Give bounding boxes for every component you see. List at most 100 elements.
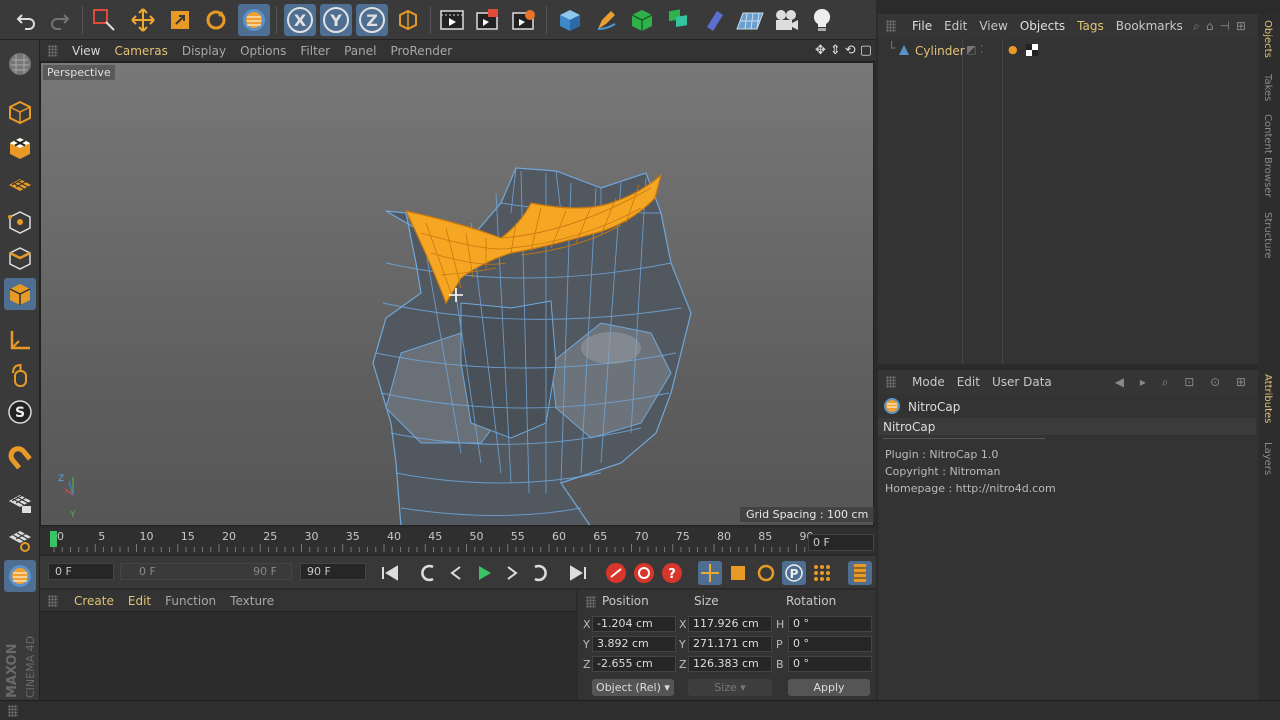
camera-icon[interactable] (770, 4, 802, 36)
side-tab-takes[interactable]: Takes (1262, 74, 1273, 101)
end-frame-field[interactable]: 90 F (300, 563, 366, 580)
panel-grip-icon[interactable] (8, 705, 18, 717)
scale-tool-icon[interactable] (164, 4, 196, 36)
homepage-info-line[interactable]: Homepage : http://nitro4d.com (885, 480, 1056, 497)
current-frame-field[interactable]: 0 F (808, 534, 874, 551)
viewport-rotate-icon[interactable]: ⟲ (845, 43, 856, 58)
key-point-level-icon[interactable] (810, 561, 834, 585)
size-x-field[interactable]: 117.926 cm (688, 616, 772, 632)
panel-grip-icon[interactable] (886, 20, 896, 32)
side-tab-objects[interactable]: Objects (1262, 20, 1273, 58)
array-generator-icon[interactable] (662, 4, 694, 36)
model-mode-icon[interactable] (4, 96, 36, 128)
side-tab-attributes[interactable]: Attributes (1262, 374, 1273, 423)
deformer-icon[interactable] (698, 4, 730, 36)
undo-icon[interactable] (10, 4, 42, 36)
world-coordinate-icon[interactable] (392, 4, 424, 36)
panel-grip-icon[interactable] (886, 376, 896, 388)
play-icon[interactable] (472, 561, 496, 585)
side-tab-layers[interactable]: Layers (1262, 442, 1273, 475)
start-frame-field[interactable]: 0 F (48, 563, 114, 580)
polygons-mode-icon[interactable] (4, 278, 36, 310)
material-menu-texture[interactable]: Texture (230, 594, 274, 608)
object-menu-view[interactable]: View (979, 19, 1007, 33)
render-settings-icon[interactable] (508, 4, 540, 36)
editor-render-visibility-icon[interactable]: ◩ ⁚ (966, 43, 983, 56)
x-axis-lock-icon[interactable]: X (284, 4, 316, 36)
rotation-p-field[interactable]: 0 ° (788, 636, 872, 652)
workplane-rotate-icon[interactable] (4, 524, 36, 556)
attr-menu-user-data[interactable]: User Data (992, 375, 1052, 389)
attr-menu-edit[interactable]: Edit (957, 375, 980, 389)
panel-grip-icon[interactable] (48, 44, 58, 57)
floor-object-icon[interactable] (734, 4, 766, 36)
points-mode-icon[interactable] (4, 206, 36, 238)
previous-frame-icon[interactable] (444, 561, 468, 585)
snap-icon[interactable] (4, 442, 36, 474)
position-x-field[interactable]: -1.204 cm (592, 616, 676, 632)
object-row[interactable]: └ Cylinder ◩ ⁚ ● (878, 40, 1258, 60)
key-scale-icon[interactable] (726, 561, 750, 585)
key-position-icon[interactable] (698, 561, 722, 585)
size-z-field[interactable]: 126.383 cm (688, 656, 772, 672)
workplane-mode-icon[interactable] (4, 168, 36, 200)
light-icon[interactable] (806, 4, 838, 36)
size-mode-select[interactable]: Size ▾ (688, 679, 772, 696)
live-selection-icon[interactable] (88, 4, 120, 36)
render-view-icon[interactable] (436, 4, 468, 36)
edges-mode-icon[interactable] (4, 242, 36, 274)
3d-viewport[interactable] (40, 62, 874, 526)
timeline-ruler[interactable]: 0 5 10 15 20 25 30 35 40 45 50 55 60 65 70 75 80 85 90 (40, 528, 876, 554)
texture-tag-icon[interactable] (1026, 44, 1038, 56)
next-frame-icon[interactable] (500, 561, 524, 585)
attributes-nav-icons[interactable]: ◀ ▸ ⌕ ⊡ ⊙ ⊞ (1115, 375, 1252, 390)
material-list-area[interactable] (40, 612, 576, 700)
redo-icon[interactable] (44, 4, 76, 36)
axis-mode-icon[interactable] (4, 324, 36, 356)
side-tab-content-browser[interactable]: Content Browser (1262, 114, 1273, 197)
go-to-end-icon[interactable] (566, 561, 590, 585)
key-rotation-icon[interactable] (754, 561, 778, 585)
render-to-picture-viewer-icon[interactable] (472, 4, 504, 36)
nitrocap-tool-icon[interactable] (238, 4, 270, 36)
previous-keyframe-icon[interactable] (416, 561, 440, 585)
rotate-tool-icon[interactable] (200, 4, 232, 36)
solo-mode-icon[interactable]: S (4, 396, 36, 428)
key-parameter-icon[interactable]: P (782, 561, 806, 585)
go-to-start-icon[interactable] (378, 561, 402, 585)
material-menu-create[interactable]: Create (74, 594, 114, 608)
workplane-lock-icon[interactable] (4, 486, 36, 518)
viewport-menu-view[interactable]: View (72, 44, 100, 58)
material-menu-function[interactable]: Function (165, 594, 216, 608)
object-menu-tags[interactable]: Tags (1077, 19, 1104, 33)
frame-range-slider[interactable]: 0 F 90 F (120, 563, 292, 580)
position-z-field[interactable]: -2.655 cm (592, 656, 676, 672)
record-keys-icon[interactable] (604, 561, 628, 585)
object-name[interactable]: Cylinder (915, 44, 965, 58)
object-menu-file[interactable]: File (912, 19, 932, 33)
side-tab-structure[interactable]: Structure (1262, 212, 1273, 259)
viewport-move-icon[interactable]: ✥ (815, 43, 826, 58)
viewport-menu-filter[interactable]: Filter (300, 44, 330, 58)
viewport-menu-prorender[interactable]: ProRender (390, 44, 452, 58)
nitrocap-mode-icon[interactable] (4, 560, 36, 592)
phong-tag-icon[interactable]: ● (1008, 43, 1018, 56)
panel-grip-icon[interactable] (586, 596, 596, 608)
viewport-menu-options[interactable]: Options (240, 44, 286, 58)
subdivision-surface-icon[interactable] (626, 4, 658, 36)
panel-grip-icon[interactable] (48, 594, 58, 607)
timeline-icon[interactable] (848, 561, 872, 585)
move-tool-icon[interactable] (127, 4, 159, 36)
material-menu-edit[interactable]: Edit (128, 594, 151, 608)
apply-button[interactable]: Apply (788, 679, 870, 696)
object-menu-bookmarks[interactable]: Bookmarks (1116, 19, 1183, 33)
viewport-maximize-icon[interactable]: ▢ (860, 43, 872, 58)
pen-spline-icon[interactable] (590, 4, 622, 36)
size-y-field[interactable]: 271.171 cm (688, 636, 772, 652)
rotation-b-field[interactable]: 0 ° (788, 656, 872, 672)
object-manager-tools-icons[interactable]: ⌕⌂⊣⊞ (1193, 19, 1252, 34)
viewport-camera-label[interactable]: Perspective (43, 65, 115, 80)
coordinate-mode-select[interactable]: Object (Rel) ▾ (592, 679, 674, 696)
object-menu-edit[interactable]: Edit (944, 19, 967, 33)
viewport-menu-display[interactable]: Display (182, 44, 226, 58)
